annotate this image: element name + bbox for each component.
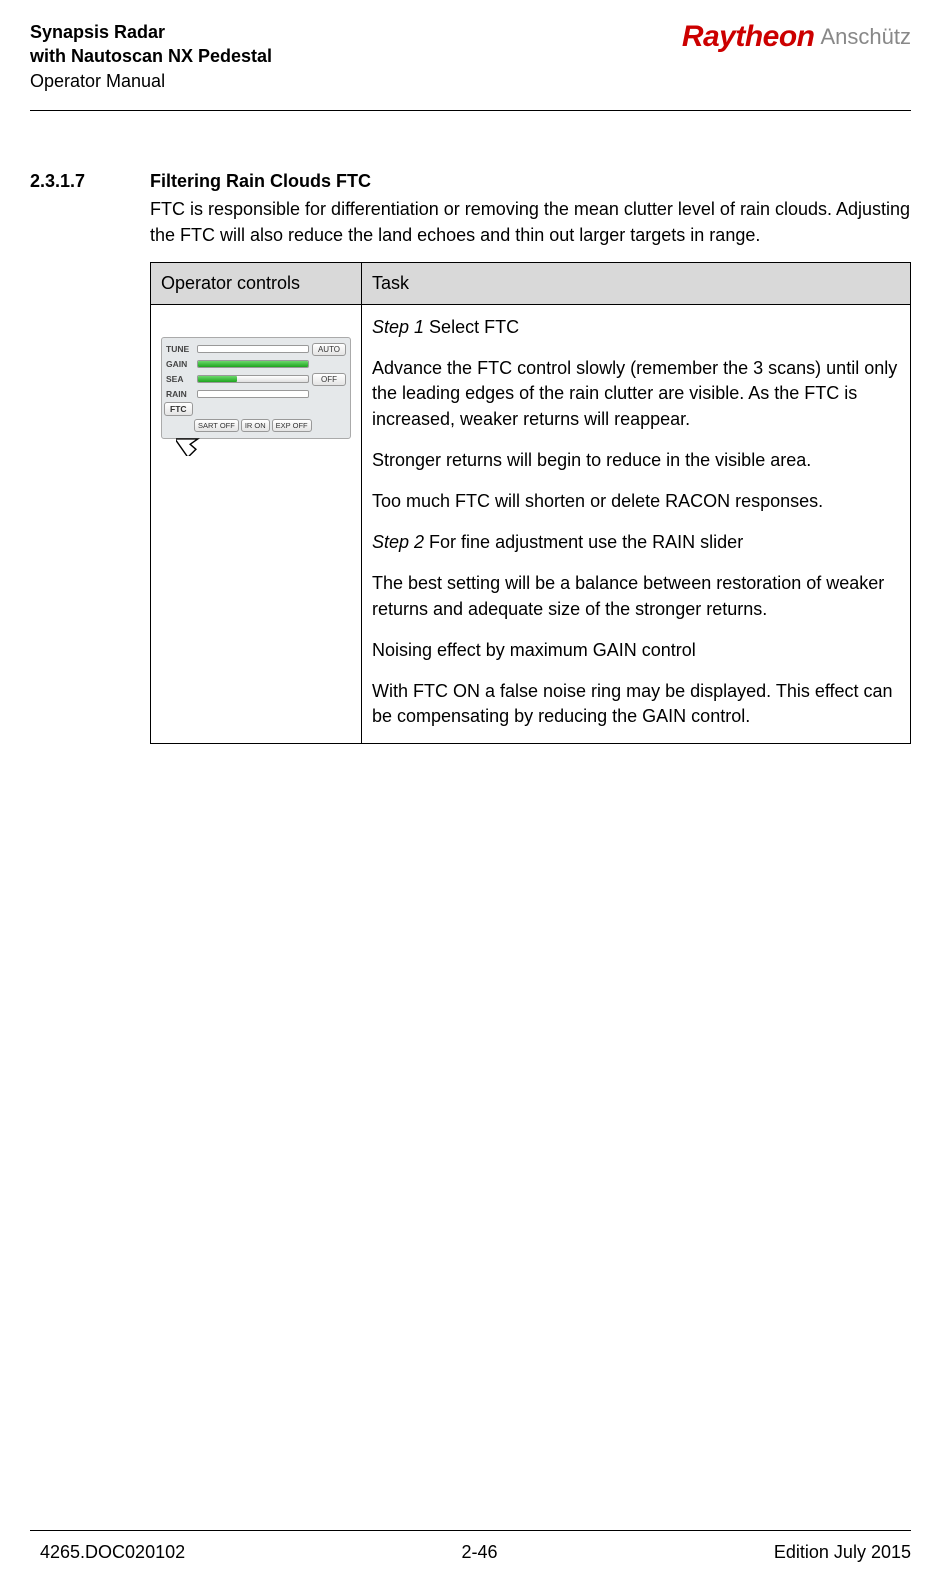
panel-label-rain: RAIN — [166, 389, 194, 399]
task-cell: Step 1 Select FTC Advance the FTC contro… — [362, 305, 911, 744]
page-header: Synapsis Radar with Nautoscan NX Pedesta… — [30, 20, 911, 105]
anschutz-logo: Anschütz — [821, 24, 912, 50]
procedure-table: Operator controls Task TUNE AUTO GAIN — [150, 262, 911, 744]
raytheon-logo: Raytheon — [682, 20, 815, 54]
footer-doc-id: 4265.DOC020102 — [40, 1542, 185, 1563]
task-step1: Step 1 Select FTC — [372, 315, 900, 340]
auto-button[interactable]: AUTO — [312, 343, 346, 356]
doc-title-line3: Operator Manual — [30, 69, 272, 93]
radar-control-panel: TUNE AUTO GAIN SEA OFF — [161, 337, 351, 439]
col-header-task: Task — [362, 263, 911, 305]
gain-slider[interactable] — [197, 360, 309, 368]
task-p1: Advance the FTC control slowly (remember… — [372, 356, 900, 432]
step1-rest: Select FTC — [424, 317, 519, 337]
panel-label-gain: GAIN — [166, 359, 194, 369]
tune-slider[interactable] — [197, 345, 309, 353]
logo-block: Raytheon Anschütz — [682, 20, 911, 54]
task-step2: Step 2 For fine adjustment use the RAIN … — [372, 530, 900, 555]
footer-page-number: 2-46 — [461, 1542, 497, 1563]
doc-title-block: Synapsis Radar with Nautoscan NX Pedesta… — [30, 20, 272, 93]
col-header-operator-controls: Operator controls — [151, 263, 362, 305]
panel-label-tune: TUNE — [166, 344, 194, 354]
cursor-arrow-icon — [176, 422, 204, 456]
section-heading-row: 2.3.1.7 Filtering Rain Clouds FTC — [30, 171, 911, 192]
operator-controls-cell: TUNE AUTO GAIN SEA OFF — [151, 305, 362, 744]
off-button[interactable]: OFF — [312, 373, 346, 386]
footer-edition: Edition July 2015 — [774, 1542, 911, 1563]
step2-label: Step 2 — [372, 532, 424, 552]
task-p5: Noising effect by maximum GAIN control — [372, 638, 900, 663]
footer-rule — [30, 1530, 911, 1531]
task-p4: The best setting will be a balance betwe… — [372, 571, 900, 621]
doc-title-line2: with Nautoscan NX Pedestal — [30, 44, 272, 68]
panel-label-sea: SEA — [166, 374, 194, 384]
ftc-button[interactable]: FTC — [164, 402, 193, 416]
sea-slider[interactable] — [197, 375, 309, 383]
section-title: Filtering Rain Clouds FTC — [150, 171, 371, 192]
task-p6: With FTC ON a false noise ring may be di… — [372, 679, 900, 729]
header-rule — [30, 110, 911, 111]
section-body: FTC is responsible for differentiation o… — [150, 196, 911, 744]
step2-rest: For fine adjustment use the RAIN slider — [424, 532, 743, 552]
task-p2: Stronger returns will begin to reduce in… — [372, 448, 900, 473]
doc-title-line1: Synapsis Radar — [30, 20, 272, 44]
ir-on-button[interactable]: IR ON — [241, 419, 270, 432]
exp-off-button[interactable]: EXP OFF — [272, 419, 312, 432]
rain-slider[interactable] — [197, 390, 309, 398]
section-intro: FTC is responsible for differentiation o… — [150, 196, 911, 248]
section-number: 2.3.1.7 — [30, 171, 150, 192]
page-footer: 4265.DOC020102 2-46 Edition July 2015 — [40, 1542, 911, 1563]
task-p3: Too much FTC will shorten or delete RACO… — [372, 489, 900, 514]
step1-label: Step 1 — [372, 317, 424, 337]
